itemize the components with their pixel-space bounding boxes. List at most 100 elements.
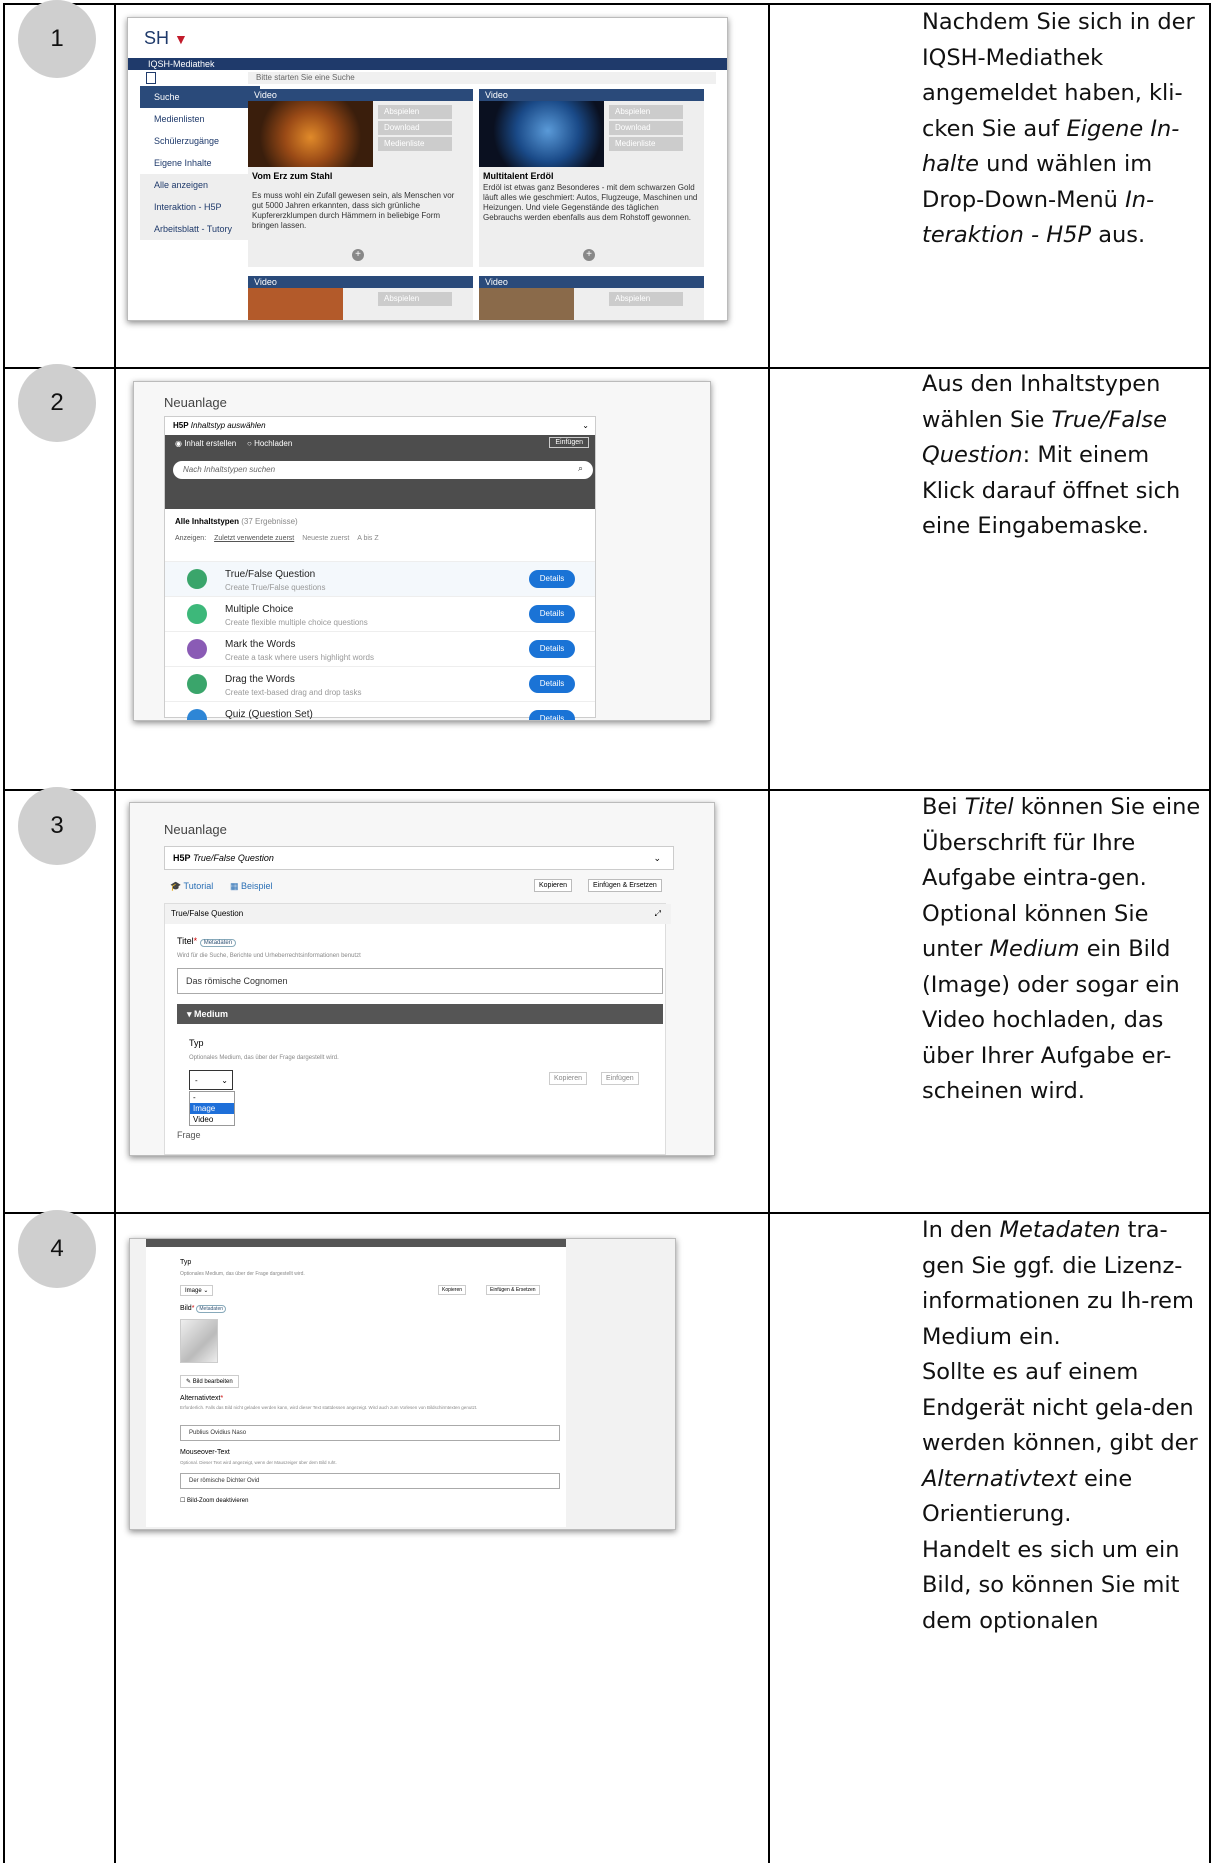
sidebar-item-suche[interactable]: Suche <box>140 86 260 108</box>
sidebar-item-alle-anzeigen[interactable]: Alle anzeigen <box>140 174 260 196</box>
card-label: Video <box>479 89 704 101</box>
content-type-item[interactable]: True/False Question Create True/False que… <box>165 561 595 596</box>
content-type-item[interactable]: Drag the Words Create text-based drag and… <box>165 666 595 701</box>
copy-button[interactable]: Kopieren <box>534 879 573 892</box>
metadata-button[interactable]: Metadaten <box>196 1305 227 1313</box>
page-title: Neuanlage <box>164 395 227 410</box>
type-help: Optionales Medium, das über der Frage da… <box>180 1271 305 1277</box>
sort-a-z[interactable]: A bis Z <box>357 535 378 542</box>
details-button[interactable]: Details <box>529 710 575 720</box>
radio-label: Inhalt erstellen <box>184 439 237 448</box>
video-thumbnail[interactable] <box>248 101 373 167</box>
plus-icon[interactable]: + <box>352 249 364 261</box>
metadata-button[interactable]: Metadaten <box>199 939 237 947</box>
content-type-selector[interactable]: H5P Inhaltstyp auswählen ⌄ <box>165 417 603 435</box>
video-card-1[interactable]: Video Abspielen Download Medienliste Vom… <box>248 89 473 267</box>
expand-icon[interactable]: ⤢ <box>655 904 661 924</box>
medium-section[interactable]: ▾ Medium <box>177 1004 663 1024</box>
step-text-1: Nachdem Sie sich in der IQSH-Mediathek a… <box>922 9 1195 248</box>
column-border <box>114 3 116 1863</box>
radio-upload[interactable]: ○ Hochladen <box>247 439 292 448</box>
select-options: - Image Video <box>189 1091 235 1126</box>
mouseover-input[interactable]: Der römische Dichter Ovid <box>180 1473 560 1489</box>
sidebar-item-interaktion-h5p[interactable]: Interaktion - H5P <box>140 196 260 218</box>
paste-button[interactable]: Einfügen <box>549 437 589 448</box>
play-button[interactable]: Abspielen <box>609 292 683 306</box>
medium-label: Medium <box>194 1009 229 1019</box>
medienliste-button[interactable]: Medienliste <box>378 137 452 151</box>
play-button[interactable]: Abspielen <box>378 105 452 119</box>
content-type-item[interactable]: Quiz (Question Set)Create a sequence of … <box>165 701 595 720</box>
content-type-text: Drag the Words Create text-based drag and… <box>225 674 362 697</box>
option-none[interactable]: - <box>190 1092 234 1103</box>
step-number-2: 2 <box>18 364 96 442</box>
plus-icon[interactable]: + <box>583 249 595 261</box>
search-icon: ⌕ <box>577 463 583 473</box>
card-label: Video <box>248 276 473 288</box>
option-image[interactable]: Image <box>190 1103 234 1114</box>
video-card-3[interactable]: Video Abspielen <box>248 276 473 320</box>
content-type-item[interactable]: Multiple Choice Create flexible multiple … <box>165 596 595 631</box>
paste-button[interactable]: Einfügen <box>601 1072 639 1085</box>
play-button[interactable]: Abspielen <box>609 105 683 119</box>
details-button[interactable]: Details <box>529 570 575 588</box>
column-border <box>768 3 770 1863</box>
copy-button[interactable]: Kopieren <box>549 1072 588 1085</box>
sort-newest[interactable]: Neueste zuerst <box>302 535 349 542</box>
content-type-item[interactable]: Mark the Words Create a task where users … <box>165 631 595 666</box>
menu-icon[interactable] <box>146 72 156 84</box>
content-tabs: ◉ Inhalt erstellen ○ Hochladen Einfügen … <box>165 435 595 509</box>
alt-help: Erforderlich. Falls das Bild nicht gelad… <box>180 1405 478 1410</box>
download-button[interactable]: Download <box>378 121 452 135</box>
medium-type-select[interactable]: Image ⌄ <box>180 1285 214 1296</box>
medium-type-select[interactable]: - ⌄ <box>189 1070 233 1090</box>
sidebar-item-schuelerzugaenge[interactable]: Schülerzugänge <box>140 130 260 152</box>
content-type-name: Multiple Choice <box>225 604 294 615</box>
sidebar-item-arbeitsblatt-tutory[interactable]: Arbeitsblatt - Tutory <box>140 218 260 240</box>
content-type-text: Quiz (Question Set)Create a sequence of … <box>225 709 383 720</box>
alt-label-text: Alternativtext <box>180 1395 221 1402</box>
content-type-desc: Create text-based drag and drop tasks <box>225 688 362 697</box>
content-type-name: True/False Question <box>225 569 316 580</box>
zoom-checkbox[interactable]: ☐ Bild-Zoom deaktivieren <box>180 1497 248 1504</box>
sort-recent[interactable]: Zuletzt verwendete zuerst <box>214 535 294 542</box>
video-card-4[interactable]: Video Abspielen <box>479 276 704 320</box>
paste-replace-button[interactable]: Einfügen & Ersetzen <box>588 879 662 892</box>
search-input[interactable]: Nach Inhaltstypen suchen <box>173 461 593 479</box>
radio-create[interactable]: ◉ Inhalt erstellen <box>175 439 236 448</box>
edit-image-button[interactable]: ✎ Bild bearbeiten <box>180 1375 239 1388</box>
title-help: Wird für die Suche, Berichte und Urheber… <box>177 953 361 959</box>
content-type-desc: Create flexible multiple choice question… <box>225 618 368 627</box>
image-label: Bild <box>180 1305 192 1312</box>
all-types-heading: Alle Inhaltstypen (37 Ergebnisse) <box>175 517 298 526</box>
card-label: Video <box>248 89 473 101</box>
title-input[interactable]: Das römische Cognomen <box>177 968 663 994</box>
content-type-desc: Create a task where users highlight word… <box>225 653 374 662</box>
card-label: Video <box>479 276 704 288</box>
paste-replace-button[interactable]: Einfügen & Ersetzen <box>486 1285 540 1295</box>
image-thumbnail[interactable] <box>180 1319 218 1363</box>
tutorial-link[interactable]: 🎓 Tutorial <box>170 881 213 892</box>
page-title: Neuanlage <box>164 822 227 837</box>
video-thumbnail[interactable] <box>479 288 574 320</box>
sidebar-item-eigene-inhalte[interactable]: Eigene Inhalte <box>140 152 260 174</box>
video-thumbnail[interactable] <box>248 288 343 320</box>
video-thumbnail[interactable] <box>479 101 604 167</box>
copy-button[interactable]: Kopieren <box>438 1285 467 1295</box>
details-button[interactable]: Details <box>529 605 575 623</box>
content-type-text: Mark the Words Create a task where users … <box>225 639 374 662</box>
option-video[interactable]: Video <box>190 1114 234 1125</box>
alt-text-input[interactable]: Publius Ovidius Naso <box>180 1425 560 1441</box>
video-card-2[interactable]: Video Abspielen Download Medienliste Mul… <box>479 89 704 267</box>
example-link[interactable]: ▦ Beispiel <box>230 881 273 892</box>
details-button[interactable]: Details <box>529 675 575 693</box>
mouseover-label: Mouseover-Text <box>180 1449 230 1456</box>
sidebar-item-medienlisten[interactable]: Medienlisten <box>140 108 260 130</box>
play-button[interactable]: Abspielen <box>378 292 452 306</box>
details-button[interactable]: Details <box>529 640 575 658</box>
step-number-4: 4 <box>18 1210 96 1288</box>
content-type-selector[interactable]: H5P True/False Question ⌄ <box>164 846 674 870</box>
download-button[interactable]: Download <box>609 121 683 135</box>
medienliste-button[interactable]: Medienliste <box>609 137 683 151</box>
mouseover-help: Optional. Dieser Text wird angezeigt, we… <box>180 1460 337 1465</box>
